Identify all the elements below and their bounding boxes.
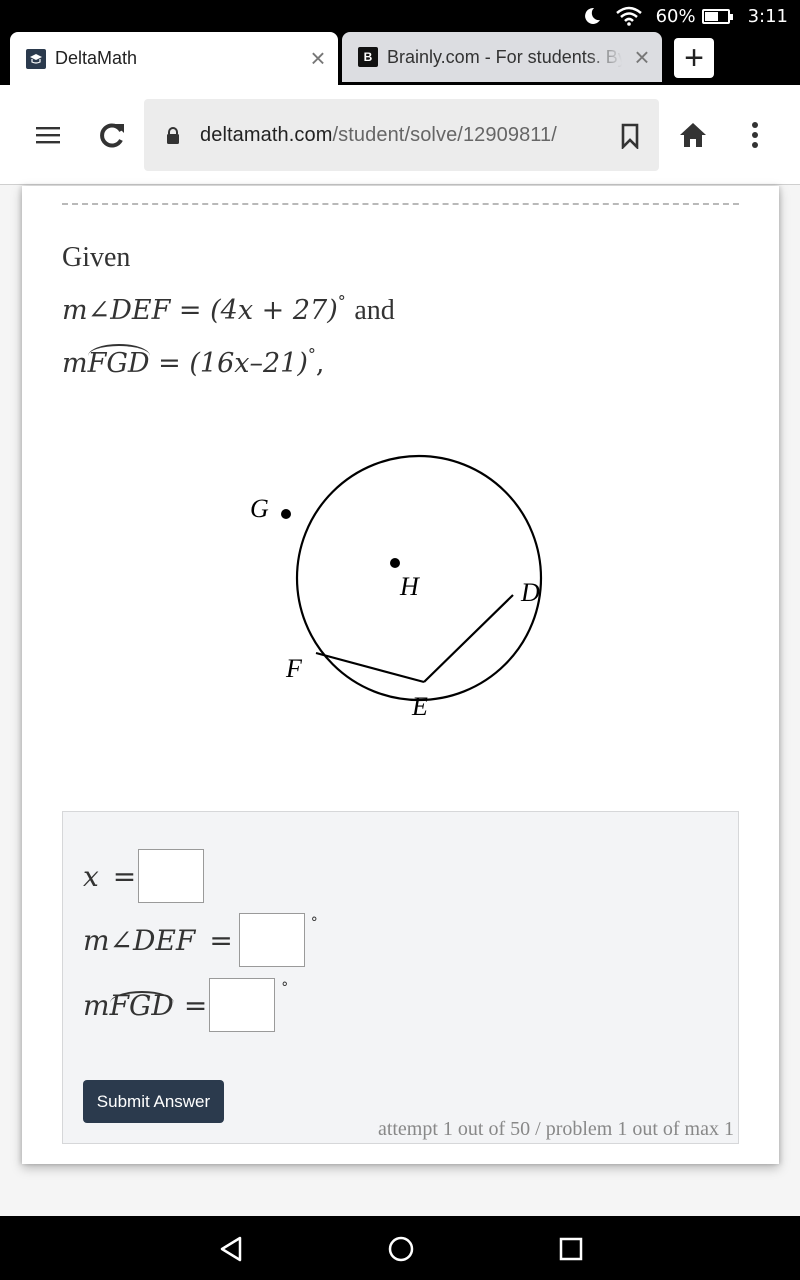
clock: 3:11 (747, 5, 788, 27)
angle-expression: m∠DEF = (4x + 27)° and (62, 292, 395, 326)
angle-def-input[interactable] (238, 913, 305, 967)
circle-diagram: G H D F E (250, 454, 543, 721)
answer-panel: x = m∠DEF = ° m FGD = ° Submit Answer att… (62, 811, 739, 1144)
arc-fgd-input[interactable] (209, 978, 276, 1032)
tab-title: Brainly.com - For students. By students. (387, 46, 622, 67)
browser-toolbar: deltamath.com/student/solve/12909811/ (0, 85, 800, 185)
attempt-counter: attempt 1 out of 50 / problem 1 out of m… (377, 1118, 734, 1140)
bookmark-icon[interactable] (621, 123, 639, 154)
plus-icon: + (684, 38, 704, 77)
recents-icon[interactable] (556, 1234, 586, 1264)
problem-card: Given m∠DEF = (4x + 27)° and mFGD = (16x… (22, 186, 779, 1164)
label-e: E (411, 692, 428, 721)
brainly-b-icon: B (358, 47, 378, 67)
submit-answer-button[interactable]: Submit Answer (83, 1080, 224, 1123)
point-h (390, 558, 400, 568)
close-tab-icon[interactable]: × (622, 42, 662, 73)
battery-icon (701, 8, 733, 24)
menu-icon[interactable] (34, 115, 62, 155)
angle-label: m∠DEF (83, 923, 196, 957)
arc-answer-row: m FGD = ° (83, 978, 288, 1032)
label-f: F (285, 654, 303, 683)
close-tab-icon[interactable]: × (298, 43, 338, 74)
label-d: D (520, 578, 540, 607)
more-options-icon[interactable] (748, 115, 762, 155)
wifi-icon (615, 6, 642, 26)
battery-percent: 60% (655, 5, 696, 27)
status-bar: 60% 3:11 (0, 0, 800, 32)
url-text[interactable]: deltamath.com/student/solve/12909811/ (200, 124, 557, 147)
circle-outline (295, 454, 543, 702)
arc-label: FGD (109, 988, 175, 1022)
new-tab-button[interactable]: + (674, 38, 714, 78)
angle-answer-row: m∠DEF = ° (83, 913, 318, 967)
home-icon[interactable] (678, 115, 708, 155)
tab-title: DeltaMath (55, 48, 138, 68)
tab-brainly[interactable]: B Brainly.com - For students. By student… (342, 32, 662, 82)
moon-icon (582, 6, 602, 26)
lock-icon (166, 127, 180, 144)
system-nav-bar (0, 1216, 800, 1280)
address-bar[interactable]: deltamath.com/student/solve/12909811/ (144, 99, 659, 171)
home-circle-icon[interactable] (386, 1234, 416, 1264)
label-g: G (250, 494, 269, 523)
graduation-cap-icon (26, 48, 46, 69)
x-answer-row: x = (83, 849, 205, 903)
given-label: Given (62, 242, 131, 273)
back-icon[interactable] (216, 1234, 246, 1264)
reload-icon[interactable] (96, 115, 128, 155)
point-g (281, 509, 291, 519)
tab-strip: DeltaMath × B Brainly.com - For students… (0, 32, 800, 85)
chord-fe (315, 651, 425, 684)
label-h: H (399, 572, 420, 601)
arc-expression: mFGD = (16x–21)°, (62, 333, 395, 386)
divider (62, 203, 739, 205)
x-input[interactable] (138, 849, 205, 903)
tab-deltamath[interactable]: DeltaMath × (10, 32, 338, 85)
x-label: x (83, 859, 99, 893)
problem-statement: Given m∠DEF = (4x + 27)° and mFGD = (16x… (62, 236, 395, 386)
